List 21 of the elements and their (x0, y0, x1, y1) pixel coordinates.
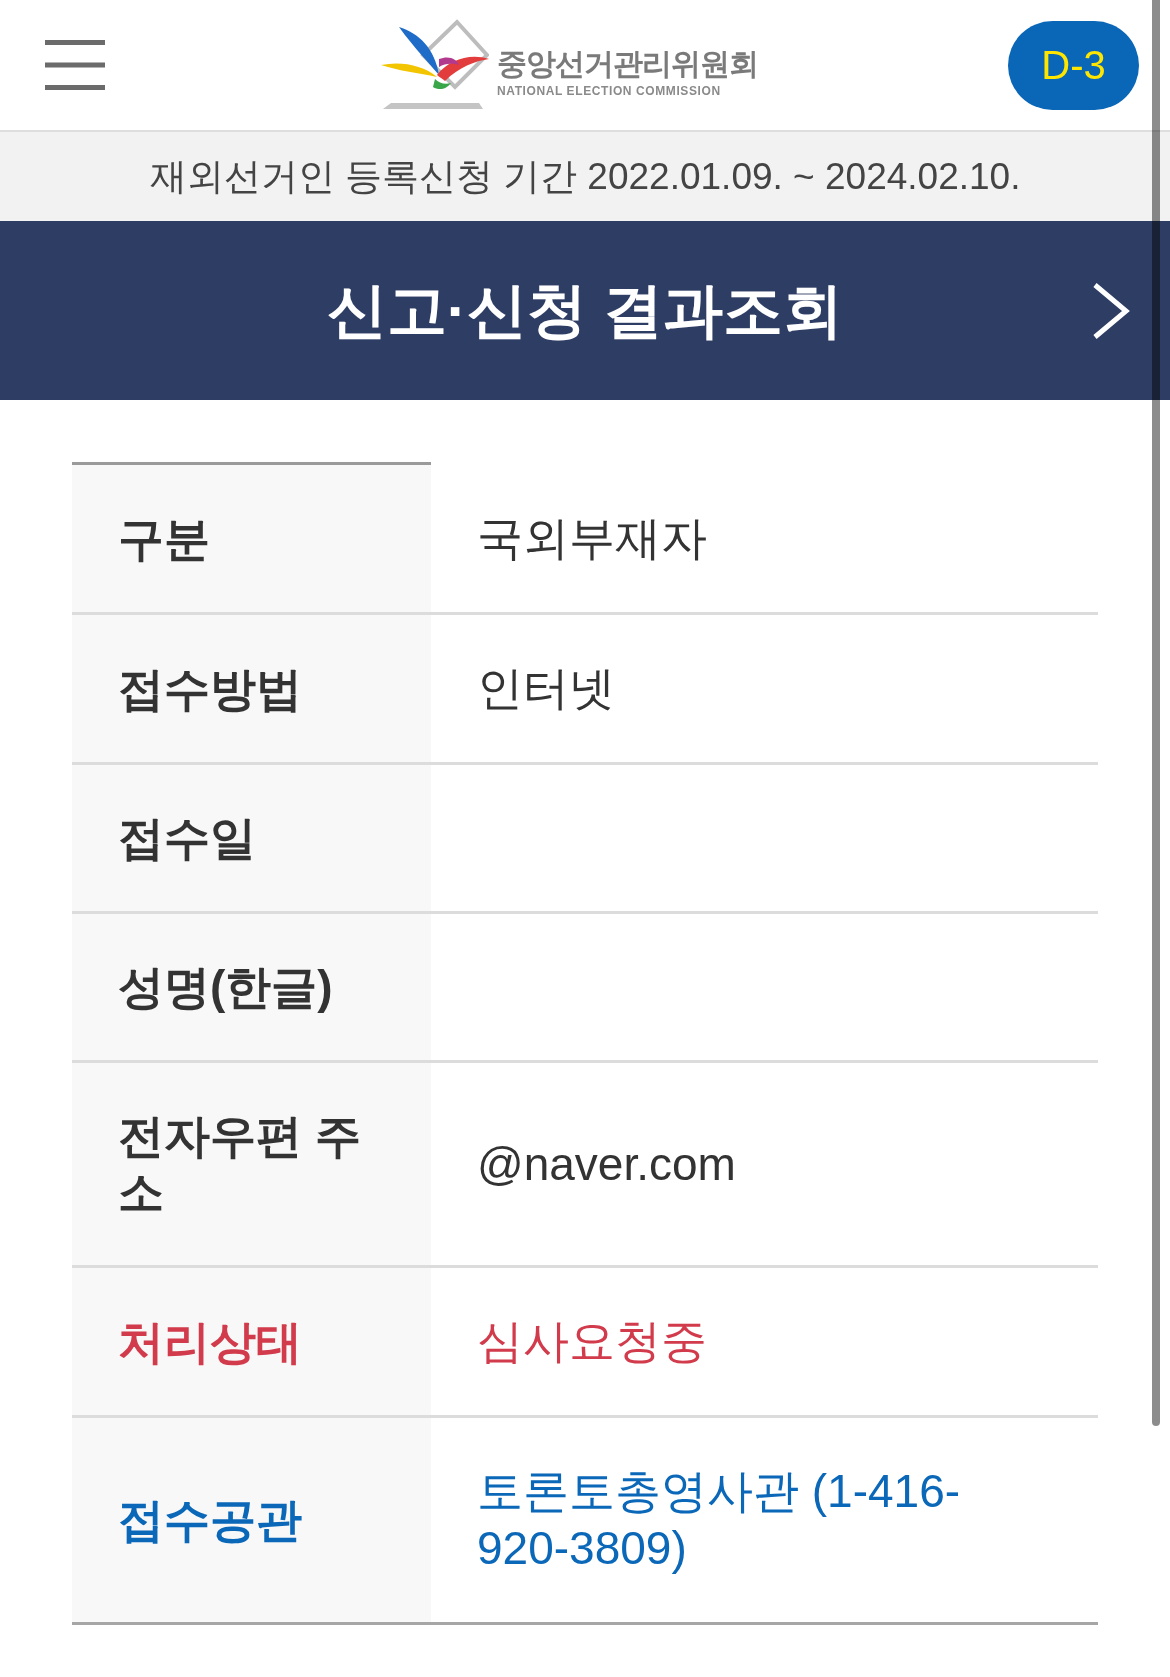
row-label: 처리상태 (72, 1268, 431, 1415)
countdown-badge: D-3 (1008, 20, 1139, 110)
row-label: 성명(한글) (72, 914, 431, 1060)
row-value: 토론토총영사관 (1-416-920-3809) (477, 1464, 962, 1576)
menu-icon (45, 40, 105, 90)
row-label: 전자우편 주소 (72, 1063, 431, 1265)
notice-bar: 재외선거인 등록신청 기간 2022.01.09. ~ 2024.02.10. (0, 132, 1170, 221)
chevron-right-icon[interactable] (1092, 281, 1130, 340)
row-label: 접수공관 (72, 1418, 431, 1622)
logo-subtitle: NATIONAL ELECTION COMMISSION (497, 83, 721, 99)
row-label: 접수일 (72, 765, 431, 911)
page-title: 신고·신청 결과조회 (326, 275, 844, 346)
row-label: 구분 (72, 462, 431, 612)
row-value: 인터넷 (477, 661, 615, 716)
menu-button[interactable] (45, 40, 105, 90)
logo-title: 중앙선거관리위원회 (497, 46, 758, 82)
row-label: 접수방법 (72, 615, 431, 762)
row-value: 국외부재자 (477, 511, 707, 566)
row-value: @naver.com (477, 1136, 736, 1192)
row-value: 심사요청중 (477, 1314, 707, 1369)
scrollbar-thumb[interactable] (1152, 0, 1160, 1426)
